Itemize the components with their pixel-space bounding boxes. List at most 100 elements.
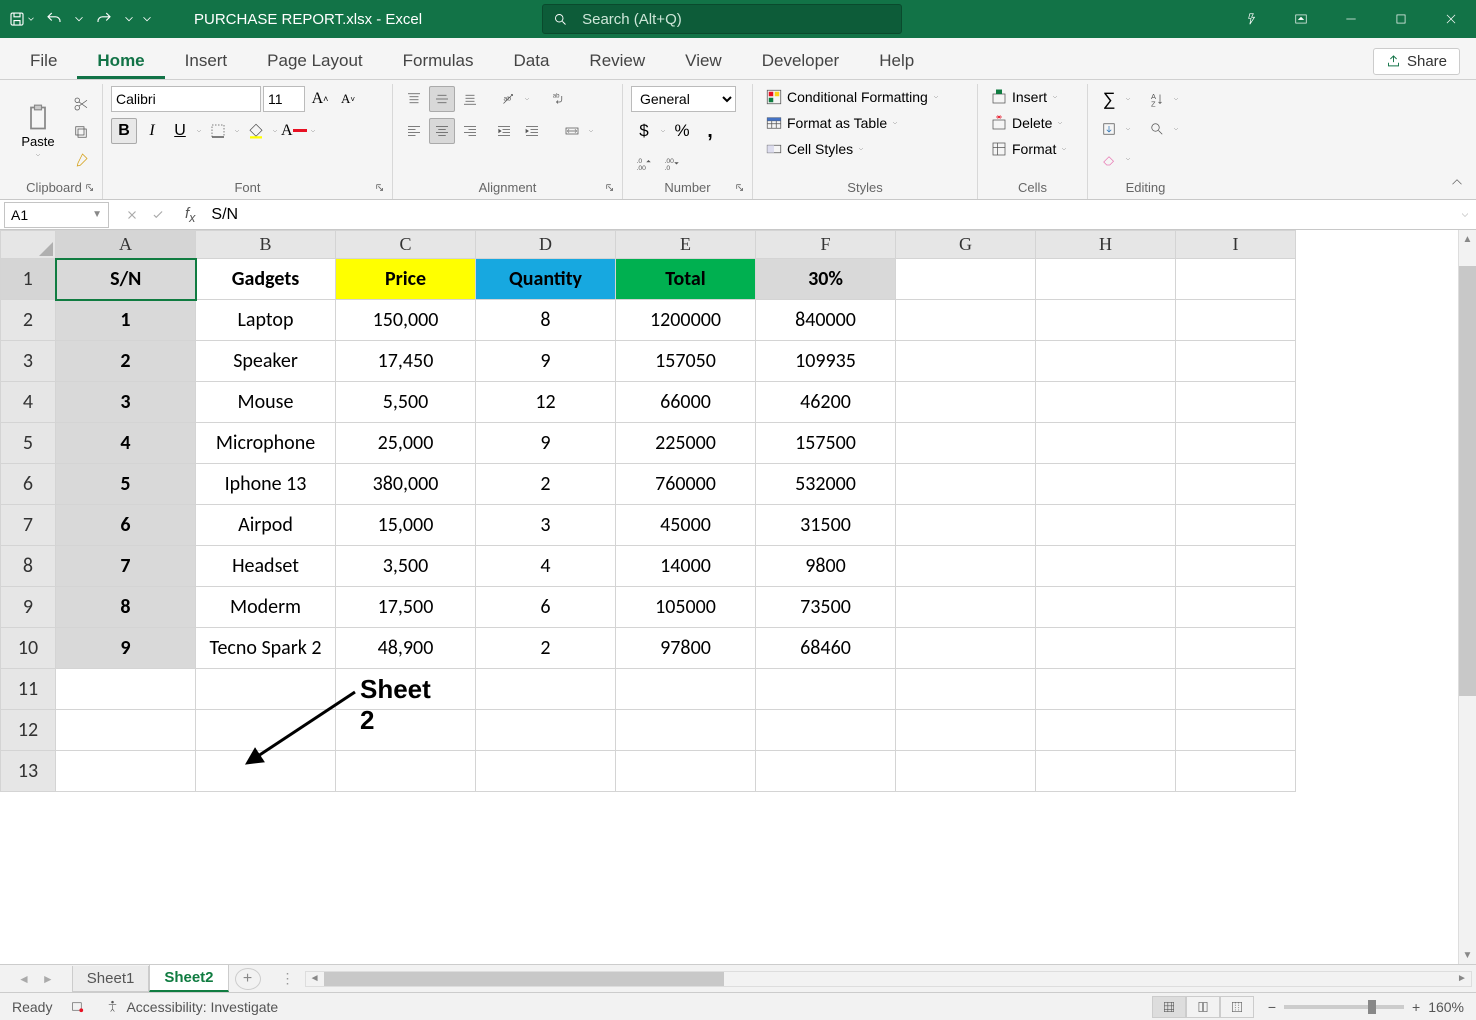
- cell-F1[interactable]: 30%: [756, 259, 896, 300]
- maximize-button[interactable]: [1376, 0, 1426, 38]
- row-header-1[interactable]: 1: [1, 259, 56, 300]
- cell-I10[interactable]: [1176, 628, 1296, 669]
- cell-C3[interactable]: 17,450: [336, 341, 476, 382]
- cell-C6[interactable]: 380,000: [336, 464, 476, 505]
- cell-F8[interactable]: 9800: [756, 546, 896, 587]
- tab-page-layout[interactable]: Page Layout: [247, 41, 382, 79]
- zoom-out-button[interactable]: −: [1268, 999, 1276, 1015]
- cell-D9[interactable]: 6: [476, 587, 616, 628]
- cell-E7[interactable]: 45000: [616, 505, 756, 546]
- cell-F5[interactable]: 157500: [756, 423, 896, 464]
- row-header-10[interactable]: 10: [1, 628, 56, 669]
- cell-F13[interactable]: [756, 751, 896, 792]
- cell-I4[interactable]: [1176, 382, 1296, 423]
- percent-format-button[interactable]: %: [669, 118, 695, 144]
- cell-H10[interactable]: [1036, 628, 1176, 669]
- cell-H11[interactable]: [1036, 669, 1176, 710]
- row-header-11[interactable]: 11: [1, 669, 56, 710]
- cell-E1[interactable]: Total: [616, 259, 756, 300]
- align-right-button[interactable]: [457, 118, 483, 144]
- cell-B10[interactable]: Tecno Spark 2: [196, 628, 336, 669]
- borders-button[interactable]: [205, 118, 231, 144]
- accessibility-status[interactable]: Accessibility: Investigate: [126, 999, 278, 1015]
- cell-B11[interactable]: [196, 669, 336, 710]
- cell-G12[interactable]: [896, 710, 1036, 751]
- cell-D13[interactable]: [476, 751, 616, 792]
- merge-button[interactable]: [559, 118, 585, 144]
- cell-I9[interactable]: [1176, 587, 1296, 628]
- row-header-9[interactable]: 9: [1, 587, 56, 628]
- cell-H9[interactable]: [1036, 587, 1176, 628]
- tab-data[interactable]: Data: [494, 41, 570, 79]
- format-cells-button[interactable]: Format: [986, 138, 1072, 160]
- chevron-down-icon[interactable]: [271, 127, 279, 135]
- cell-B1[interactable]: Gadgets: [196, 259, 336, 300]
- cell-I7[interactable]: [1176, 505, 1296, 546]
- cell-F2[interactable]: 840000: [756, 300, 896, 341]
- cell-E10[interactable]: 97800: [616, 628, 756, 669]
- cell-A4[interactable]: 3: [56, 382, 196, 423]
- format-painter-button[interactable]: [68, 147, 94, 173]
- cell-I12[interactable]: [1176, 710, 1296, 751]
- row-header-4[interactable]: 4: [1, 382, 56, 423]
- cell-G4[interactable]: [896, 382, 1036, 423]
- undo-button[interactable]: [40, 5, 68, 33]
- chevron-down-icon[interactable]: [1172, 125, 1180, 133]
- cell-C9[interactable]: 17,500: [336, 587, 476, 628]
- cell-B4[interactable]: Mouse: [196, 382, 336, 423]
- page-layout-view-button[interactable]: [1186, 996, 1220, 1018]
- clear-button[interactable]: [1096, 146, 1122, 172]
- delete-cells-button[interactable]: Delete: [986, 112, 1068, 134]
- align-bottom-button[interactable]: [457, 86, 483, 112]
- cell-F4[interactable]: 46200: [756, 382, 896, 423]
- cell-C12[interactable]: [336, 710, 476, 751]
- tab-insert[interactable]: Insert: [165, 41, 248, 79]
- underline-button[interactable]: U: [167, 118, 193, 144]
- row-header-7[interactable]: 7: [1, 505, 56, 546]
- cell-C4[interactable]: 5,500: [336, 382, 476, 423]
- sort-filter-button[interactable]: AZ: [1144, 86, 1170, 112]
- cell-G5[interactable]: [896, 423, 1036, 464]
- font-size-input[interactable]: [263, 86, 305, 112]
- cell-G6[interactable]: [896, 464, 1036, 505]
- zoom-in-button[interactable]: +: [1412, 999, 1420, 1015]
- macro-record-icon[interactable]: [70, 999, 85, 1014]
- redo-button[interactable]: [90, 5, 118, 33]
- cell-I11[interactable]: [1176, 669, 1296, 710]
- cut-button[interactable]: [68, 91, 94, 117]
- col-header-H[interactable]: H: [1036, 231, 1176, 259]
- minimize-button[interactable]: [1326, 0, 1376, 38]
- cell-F9[interactable]: 73500: [756, 587, 896, 628]
- cell-A1[interactable]: S/N: [56, 259, 196, 300]
- vertical-scrollbar[interactable]: ▲ ▼: [1458, 230, 1476, 964]
- cell-A2[interactable]: 1: [56, 300, 196, 341]
- cell-G11[interactable]: [896, 669, 1036, 710]
- undo-dropdown[interactable]: [72, 5, 86, 33]
- row-header-8[interactable]: 8: [1, 546, 56, 587]
- scroll-thumb[interactable]: [1459, 266, 1476, 696]
- chevron-down-icon[interactable]: [1124, 125, 1132, 133]
- cell-E13[interactable]: [616, 751, 756, 792]
- cell-D7[interactable]: 3: [476, 505, 616, 546]
- copy-button[interactable]: [68, 119, 94, 145]
- cell-I6[interactable]: [1176, 464, 1296, 505]
- cell-D11[interactable]: [476, 669, 616, 710]
- cell-H8[interactable]: [1036, 546, 1176, 587]
- expand-formula-bar[interactable]: [1454, 209, 1476, 221]
- alignment-launcher[interactable]: [604, 181, 616, 193]
- cell-D5[interactable]: 9: [476, 423, 616, 464]
- enter-formula-button[interactable]: [145, 202, 171, 228]
- scroll-left-button[interactable]: ◄: [306, 972, 324, 986]
- cell-B3[interactable]: Speaker: [196, 341, 336, 382]
- sheet-prev-icon[interactable]: ◄: [12, 972, 36, 986]
- horizontal-scrollbar[interactable]: ◄ ►: [305, 971, 1472, 987]
- cell-I3[interactable]: [1176, 341, 1296, 382]
- cell-C8[interactable]: 3,500: [336, 546, 476, 587]
- cell-I2[interactable]: [1176, 300, 1296, 341]
- number-launcher[interactable]: [734, 181, 746, 193]
- cell-E11[interactable]: [616, 669, 756, 710]
- cell-D8[interactable]: 4: [476, 546, 616, 587]
- ribbon-display-button[interactable]: [1276, 0, 1326, 38]
- col-header-G[interactable]: G: [896, 231, 1036, 259]
- cell-F12[interactable]: [756, 710, 896, 751]
